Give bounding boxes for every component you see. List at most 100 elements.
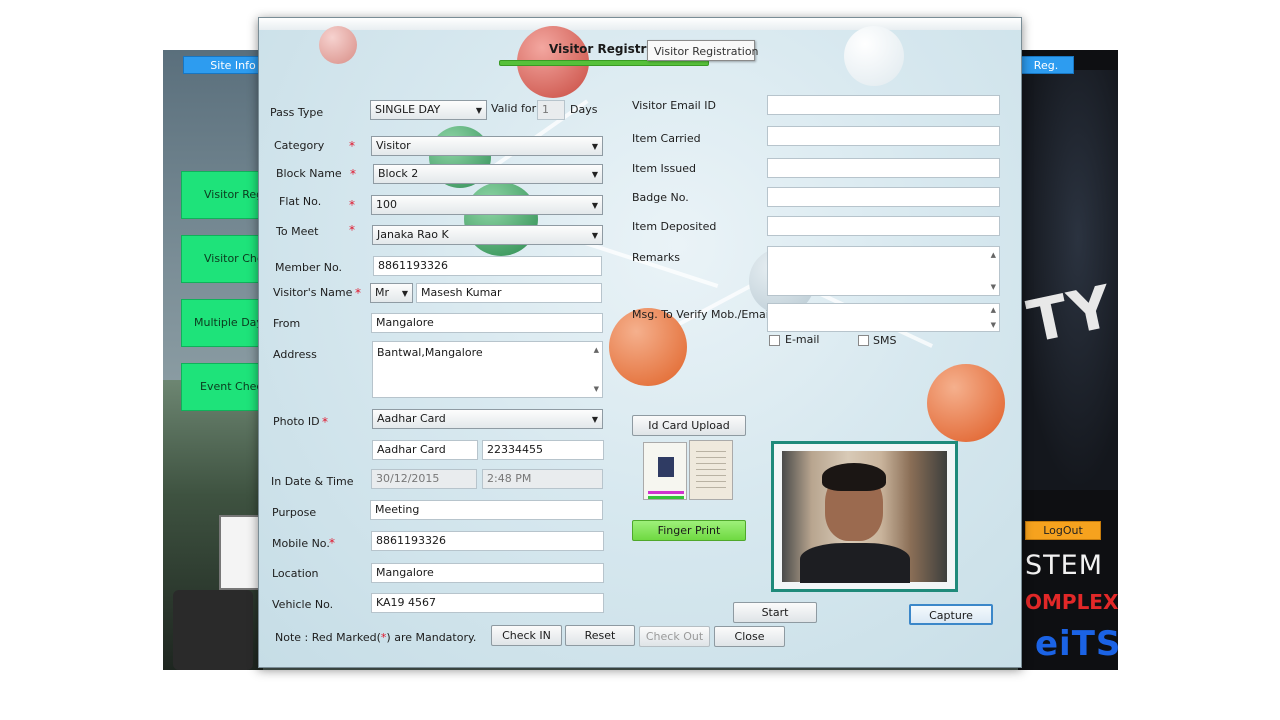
- item-issued-label: Item Issued: [632, 162, 696, 175]
- member-no-input[interactable]: 8861193326: [373, 256, 602, 276]
- item-carried-label: Item Carried: [632, 132, 701, 145]
- item-deposited-input[interactable]: [767, 216, 1000, 236]
- category-label: Category: [274, 139, 325, 152]
- location-label: Location: [272, 567, 319, 580]
- webcam-image: [782, 451, 947, 583]
- valid-for-days-input[interactable]: 1: [537, 100, 565, 120]
- in-date-input[interactable]: 30/12/2015: [371, 469, 477, 489]
- item-issued-input[interactable]: [767, 158, 1000, 178]
- dialog-titlebar: [259, 18, 1021, 30]
- vehicle-no-input[interactable]: KA19 4567: [371, 593, 604, 613]
- visitor-email-input[interactable]: [767, 95, 1000, 115]
- visitor-reg-nav-button[interactable]: Visitor Reg: [181, 171, 261, 219]
- scroll-up-icon[interactable]: ▲: [991, 251, 996, 259]
- id-number-input[interactable]: 22334455: [482, 440, 604, 460]
- flat-no-value: 100: [376, 198, 397, 211]
- photo-id-label: Photo ID: [273, 415, 320, 428]
- location-input[interactable]: Mangalore: [371, 563, 604, 583]
- from-input[interactable]: Mangalore: [371, 313, 603, 333]
- title-tooltip: Visitor Registration: [647, 40, 759, 61]
- note-suffix: ) are Mandatory.: [386, 631, 477, 644]
- id-card-text-lines: [696, 451, 726, 491]
- reg-button[interactable]: Reg.: [1018, 56, 1074, 74]
- finger-print-button[interactable]: Finger Print: [632, 520, 746, 541]
- msg-verify-label: Msg. To Verify Mob./Email: [632, 308, 772, 321]
- badge-no-input[interactable]: [767, 187, 1000, 207]
- visitor-registration-dialog: Visitor Registration Visitor Registratio…: [258, 17, 1022, 668]
- pass-type-select[interactable]: SINGLE DAY ▼: [370, 100, 487, 120]
- background-logo-text: eiTS: [1035, 624, 1118, 664]
- purpose-input[interactable]: Meeting: [370, 500, 603, 520]
- required-marker: *: [322, 415, 328, 429]
- to-meet-label: To Meet: [276, 225, 319, 238]
- molecule-decoration: [319, 26, 357, 64]
- webcam-person-hair: [822, 463, 886, 491]
- id-type-input[interactable]: Aadhar Card: [372, 440, 478, 460]
- webcam-preview: [771, 441, 958, 592]
- msg-verify-input[interactable]: ▲ ▼: [767, 303, 1000, 332]
- mandatory-note: Note : Red Marked(*) are Mandatory.: [275, 631, 476, 644]
- salutation-value: Mr: [375, 286, 390, 299]
- visitor-name-input[interactable]: Masesh Kumar: [416, 283, 602, 303]
- photo-id-select[interactable]: Aadhar Card ▼: [372, 409, 603, 429]
- remarks-textarea[interactable]: ▲ ▼: [767, 246, 1000, 296]
- background-shirt-text: TY: [1021, 271, 1118, 357]
- close-button[interactable]: Close: [714, 626, 785, 647]
- photo-id-value: Aadhar Card: [377, 412, 446, 425]
- salutation-select[interactable]: Mr ▼: [370, 283, 413, 303]
- background-system-text: STEM: [1025, 550, 1103, 581]
- id-card-upload-button[interactable]: Id Card Upload: [632, 415, 746, 436]
- to-meet-select[interactable]: Janaka Rao K ▼: [372, 225, 603, 245]
- block-name-label: Block Name: [276, 167, 342, 180]
- sms-checkbox-label: SMS: [873, 334, 897, 347]
- flat-no-select[interactable]: 100 ▼: [371, 195, 603, 215]
- mobile-no-input[interactable]: 8861193326: [371, 531, 604, 551]
- remarks-label: Remarks: [632, 251, 680, 264]
- capture-button[interactable]: Capture: [909, 604, 993, 625]
- category-value: Visitor: [376, 139, 411, 152]
- visitor-check-nav-button[interactable]: Visitor Che: [181, 235, 261, 283]
- scroll-up-icon[interactable]: ▲: [991, 306, 996, 314]
- check-out-button[interactable]: Check Out: [639, 626, 710, 647]
- to-meet-value: Janaka Rao K: [377, 228, 449, 241]
- chevron-down-icon: ▼: [591, 170, 598, 179]
- scroll-down-icon[interactable]: ▼: [991, 321, 996, 329]
- required-marker: *: [349, 139, 355, 153]
- from-label: From: [273, 317, 301, 330]
- scroll-down-icon[interactable]: ▼: [594, 385, 599, 393]
- background-shirt-image: TY: [1018, 70, 1118, 490]
- category-select[interactable]: Visitor ▼: [371, 136, 603, 156]
- multiple-day-nav-button[interactable]: Multiple Day: [181, 299, 261, 347]
- pass-type-value: SINGLE DAY: [375, 103, 441, 116]
- background-scanner-image: [173, 590, 253, 670]
- days-label: Days: [570, 103, 598, 116]
- in-time-input[interactable]: 2:48 PM: [482, 469, 603, 489]
- logout-button[interactable]: LogOut: [1025, 521, 1101, 540]
- note-prefix: Note : Red Marked(: [275, 631, 381, 644]
- background-complex-text: OMPLEX: [1025, 590, 1118, 614]
- email-checkbox[interactable]: [769, 335, 780, 346]
- id-card-strip: [648, 491, 684, 494]
- reset-button[interactable]: Reset: [565, 625, 635, 646]
- scroll-up-icon[interactable]: ▲: [594, 346, 599, 354]
- id-card-preview: [643, 440, 733, 502]
- dialog-title: Visitor Registration: [549, 42, 649, 56]
- required-marker: *: [355, 286, 361, 300]
- molecule-decoration: [927, 364, 1005, 442]
- event-check-nav-button[interactable]: Event Check: [181, 363, 261, 411]
- start-camera-button[interactable]: Start: [733, 602, 817, 623]
- chevron-down-icon: ▼: [591, 415, 598, 424]
- address-textarea[interactable]: Bantwal,Mangalore ▲ ▼: [372, 341, 603, 398]
- member-no-label: Member No.: [275, 261, 343, 274]
- required-marker: *: [349, 198, 355, 212]
- item-carried-input[interactable]: [767, 126, 1000, 146]
- check-in-button[interactable]: Check IN: [491, 625, 562, 646]
- chevron-down-icon: ▼: [475, 106, 482, 115]
- chevron-down-icon: ▼: [401, 289, 408, 298]
- scroll-down-icon[interactable]: ▼: [991, 283, 996, 291]
- id-card-strip: [648, 496, 684, 499]
- chevron-down-icon: ▼: [591, 201, 598, 210]
- sms-checkbox[interactable]: [858, 335, 869, 346]
- visitor-name-label: Visitor's Name: [273, 286, 353, 299]
- block-name-select[interactable]: Block 2 ▼: [373, 164, 603, 184]
